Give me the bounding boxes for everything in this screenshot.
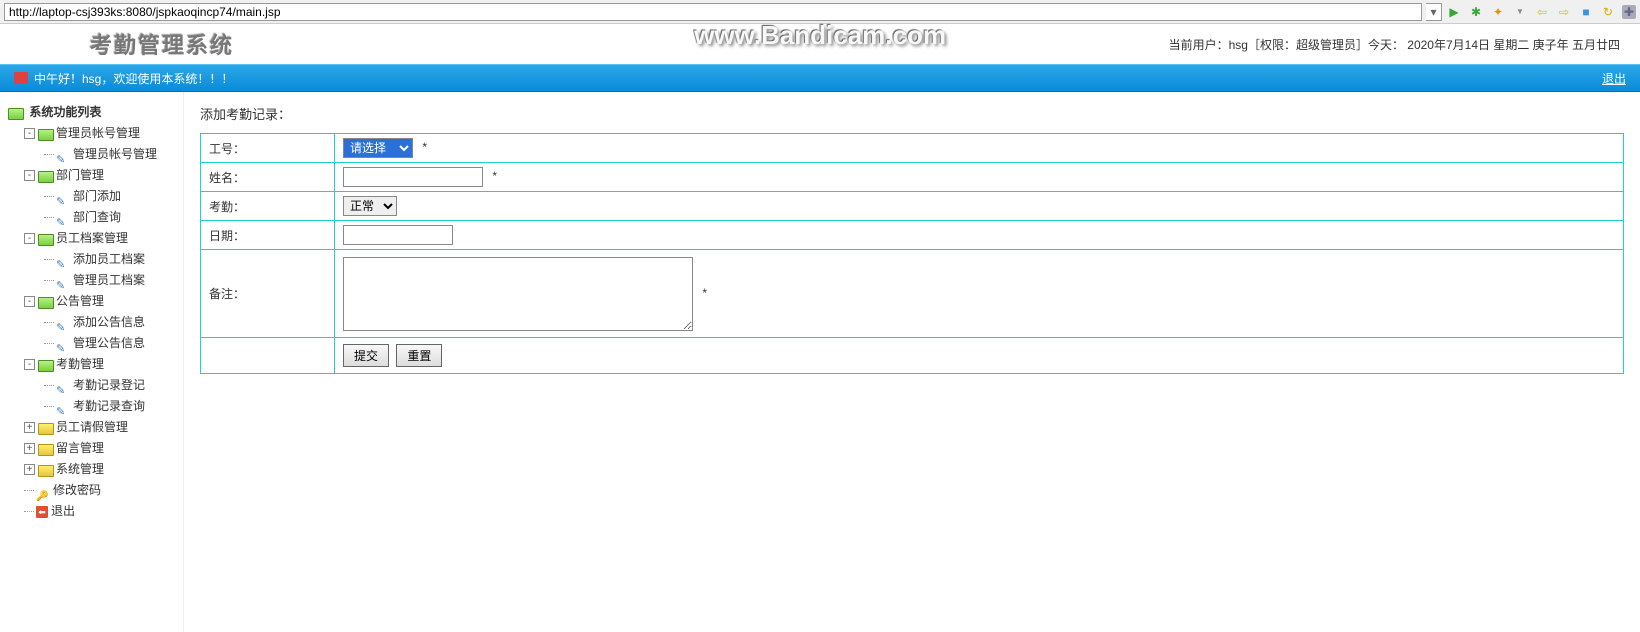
- sidebar-item-3-0[interactable]: 添加公告信息: [73, 315, 145, 329]
- tool-icon[interactable]: ✚: [1622, 5, 1636, 19]
- gonghao-select[interactable]: 请选择: [343, 138, 413, 158]
- label-beizhu: 备注：: [201, 250, 335, 338]
- required-marker: *: [702, 286, 707, 300]
- go-icon[interactable]: ▶: [1446, 4, 1462, 20]
- expand-icon[interactable]: +: [24, 422, 35, 433]
- sidebar-item-2-0[interactable]: 添加员工档案: [73, 252, 145, 266]
- url-dropdown-icon[interactable]: ▾: [1426, 3, 1442, 21]
- debug-icon[interactable]: ✱: [1468, 4, 1484, 20]
- label-xingming: 姓名：: [201, 163, 335, 192]
- collapse-icon[interactable]: -: [24, 128, 35, 139]
- reset-button[interactable]: 重置: [396, 344, 442, 367]
- edit-icon: [56, 275, 70, 287]
- sidebar: 系统功能列表 -管理员帐号管理管理员帐号管理-部门管理部门添加部门查询-员工档案…: [0, 92, 184, 632]
- label-gonghao: 工号：: [201, 134, 335, 163]
- forward-icon[interactable]: ⇨: [1556, 4, 1572, 20]
- sidebar-group-4[interactable]: 考勤管理: [56, 357, 104, 371]
- sidebar-item-0-0[interactable]: 管理员帐号管理: [73, 147, 157, 161]
- sidebar-item-1-1[interactable]: 部门查询: [73, 210, 121, 224]
- collapse-icon[interactable]: -: [24, 359, 35, 370]
- sidebar-item-changepwd[interactable]: 修改密码: [53, 483, 101, 497]
- sidebar-group-1[interactable]: 部门管理: [56, 168, 104, 182]
- url-input[interactable]: [4, 3, 1422, 21]
- folder-icon: [38, 443, 53, 455]
- required-marker: *: [422, 140, 427, 154]
- greeting-bar: 中午好！hsg，欢迎使用本系统！！！ 退出: [0, 64, 1640, 92]
- greeting-icon: [14, 72, 28, 84]
- browser-address-bar: ▾ ▶ ✱ ✦ ▼ ⇦ ⇨ ■ ↻ ✚: [0, 0, 1640, 24]
- sidebar-item-1-0[interactable]: 部门添加: [73, 189, 121, 203]
- xingming-input[interactable]: [343, 167, 483, 187]
- collapse-icon[interactable]: -: [24, 170, 35, 181]
- folder-icon: [8, 107, 23, 119]
- sidebar-group-2[interactable]: 员工档案管理: [56, 231, 128, 245]
- edit-icon: [56, 149, 70, 161]
- folder-icon: [38, 296, 53, 308]
- watermark-text: www.Bandicam.com: [694, 20, 946, 51]
- expand-icon[interactable]: +: [24, 443, 35, 454]
- folder-icon: [38, 359, 53, 371]
- sidebar-group-3[interactable]: 公告管理: [56, 294, 104, 308]
- kaoqin-select[interactable]: 正常: [343, 196, 397, 216]
- riqi-input[interactable]: [343, 225, 453, 245]
- sidebar-item-exit[interactable]: 退出: [51, 504, 75, 518]
- sidebar-item-3-1[interactable]: 管理公告信息: [73, 336, 145, 350]
- folder-icon: [38, 128, 53, 140]
- browser-toolbar-icons: ▶ ✱ ✦ ▼ ⇦ ⇨ ■ ↻ ✚: [1446, 4, 1636, 20]
- empty-cell: [201, 338, 335, 374]
- beizhu-textarea[interactable]: [343, 257, 693, 331]
- folder-icon: [38, 464, 53, 476]
- stop-icon[interactable]: ■: [1578, 4, 1594, 20]
- key-icon: [36, 485, 50, 497]
- edit-icon: [56, 338, 70, 350]
- sidebar-group-7[interactable]: 系统管理: [56, 462, 104, 476]
- app-header: 考勤管理系统 www.Bandicam.com 当前用户：hsg［权限：超级管理…: [0, 24, 1640, 64]
- edit-icon: [56, 191, 70, 203]
- app-title: 考勤管理系统: [90, 28, 234, 60]
- tree-root-label[interactable]: 系统功能列表: [29, 105, 101, 119]
- folder-icon: [38, 233, 53, 245]
- form-title: 添加考勤记录：: [200, 104, 1624, 123]
- content-area: 添加考勤记录： 工号： 请选择 * 姓名： * 考勤：: [184, 92, 1640, 632]
- sidebar-item-4-0[interactable]: 考勤记录登记: [73, 378, 145, 392]
- label-kaoqin: 考勤：: [201, 192, 335, 221]
- collapse-icon[interactable]: -: [24, 296, 35, 307]
- collapse-icon[interactable]: -: [24, 233, 35, 244]
- edit-icon: [56, 380, 70, 392]
- user-info-text: 当前用户：hsg［权限：超级管理员］今天： 2020年7月14日 星期二 庚子年…: [1169, 36, 1620, 53]
- wand-icon[interactable]: ✦: [1490, 4, 1506, 20]
- required-marker: *: [492, 169, 497, 183]
- logout-link[interactable]: 退出: [1602, 70, 1626, 87]
- nav-tree: 系统功能列表 -管理员帐号管理管理员帐号管理-部门管理部门添加部门查询-员工档案…: [8, 102, 179, 522]
- edit-icon: [56, 254, 70, 266]
- sidebar-group-0[interactable]: 管理员帐号管理: [56, 126, 140, 140]
- folder-icon: [38, 422, 53, 434]
- refresh-icon[interactable]: ↻: [1600, 4, 1616, 20]
- sidebar-group-5[interactable]: 员工请假管理: [56, 420, 128, 434]
- expand-icon[interactable]: +: [24, 464, 35, 475]
- sidebar-item-4-1[interactable]: 考勤记录查询: [73, 399, 145, 413]
- edit-icon: [56, 317, 70, 329]
- wand-dropdown-icon[interactable]: ▼: [1512, 4, 1528, 20]
- edit-icon: [56, 212, 70, 224]
- sidebar-item-2-1[interactable]: 管理员工档案: [73, 273, 145, 287]
- greeting-text: 中午好！hsg，欢迎使用本系统！！！: [34, 70, 233, 87]
- exit-icon: [36, 506, 48, 518]
- edit-icon: [56, 401, 70, 413]
- label-riqi: 日期：: [201, 221, 335, 250]
- sidebar-group-6[interactable]: 留言管理: [56, 441, 104, 455]
- back-icon[interactable]: ⇦: [1534, 4, 1550, 20]
- submit-button[interactable]: 提交: [343, 344, 389, 367]
- attendance-form: 工号： 请选择 * 姓名： * 考勤： 正常: [200, 133, 1624, 374]
- folder-icon: [38, 170, 53, 182]
